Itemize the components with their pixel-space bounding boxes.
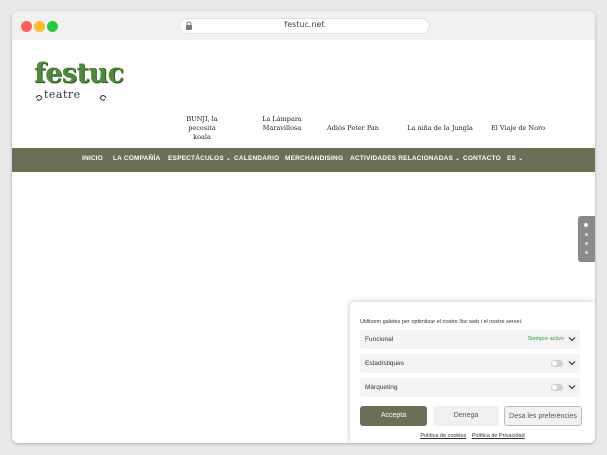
nav-item-label: ES [507, 155, 517, 162]
nav-item-label: ACTIVIDADES RELACIONADAS [350, 155, 454, 162]
section-dot[interactable] [585, 251, 588, 254]
nav-item-label: CALENDARIO [234, 155, 280, 162]
estadistiques-toggle[interactable] [551, 360, 563, 367]
nav-item-label: LA COMPAÑÍA [113, 155, 161, 162]
consent-category-label: Estadístiques [365, 360, 405, 367]
nav-item-label: CONTACTO [463, 155, 501, 162]
minimize-window-button[interactable] [34, 21, 45, 32]
consent-category-marqueting[interactable]: Màrqueting [360, 378, 580, 397]
consent-category-label: Màrqueting [365, 384, 398, 391]
nav-item-espectaculos[interactable]: ESPECTÁCULOS ⌄ [168, 155, 231, 162]
show-link-noro[interactable]: El Viaje de Noro [490, 124, 546, 133]
url-text: festuc.net [284, 20, 325, 29]
chevron-down-icon: ⌄ [225, 156, 232, 162]
cookie-consent-panel: Utilitzem galetes per optimitzar el nost… [350, 302, 595, 443]
show-title-line: Maravillosa [262, 124, 302, 132]
marqueting-toggle[interactable] [551, 384, 563, 391]
nav-item-actividades[interactable]: ACTIVIDADES RELACIONADAS ⌄ [350, 155, 460, 162]
consent-intro-text: Utilitzem galetes per optimitzar el nost… [360, 319, 523, 325]
browser-titlebar: festuc.net [12, 11, 595, 40]
show-title-line: La Lámpara [262, 115, 302, 123]
close-window-button[interactable] [21, 21, 32, 32]
chevron-down-icon: ⌄ [518, 156, 524, 162]
maximize-window-button[interactable] [47, 21, 58, 32]
section-dot[interactable] [585, 233, 588, 236]
consent-category-funcional[interactable]: Funcional Siempre activo [360, 330, 580, 349]
chevron-down-icon: ⌄ [455, 156, 461, 162]
consent-category-label: Funcional [365, 336, 394, 343]
nav-item-label: INICIO [82, 155, 104, 162]
consent-policy-links: Política de cookies Política de Privacid… [350, 433, 595, 439]
nav-item-contacto[interactable]: CONTACTO [463, 155, 501, 162]
nav-item-la-compania[interactable]: LA COMPAÑÍA [113, 155, 160, 162]
chevron-down-icon[interactable] [568, 383, 576, 391]
cookie-policy-link[interactable]: Política de cookies [420, 433, 466, 439]
show-link-lampara[interactable]: La Lámpara Maravillosa [257, 115, 307, 133]
show-title-line: koala [193, 133, 211, 141]
accept-cookies-button[interactable]: Accepta [360, 406, 427, 426]
show-title-line: La niña de la Jungla [407, 124, 473, 132]
show-link-jungla[interactable]: La niña de la Jungla [405, 124, 475, 133]
logo-subtitle: teatre [44, 88, 81, 101]
chevron-down-icon[interactable] [568, 335, 576, 343]
main-navbar: INICIO LA COMPAÑÍA ESPECTÁCULOS ⌄ CALENDA… [12, 148, 595, 172]
festuc-logo[interactable]: festuc teatre [34, 59, 124, 109]
nav-item-label: MERCHANDISING [285, 155, 344, 162]
section-dot[interactable] [585, 242, 588, 245]
address-bar[interactable]: festuc.net [179, 18, 430, 34]
browser-window: festuc.net festuc teatre BUNJI, la pecos… [12, 11, 595, 443]
show-title-line: Adiós Peter Pan [327, 124, 379, 132]
consent-category-estadistiques[interactable]: Estadístiques [360, 354, 580, 373]
show-title-line: El Viaje de Noro [490, 124, 546, 132]
section-dot[interactable] [584, 223, 588, 227]
save-preferences-button[interactable]: Desa les preferències [504, 406, 582, 426]
nav-item-inicio[interactable]: INICIO [82, 155, 103, 162]
language-selector[interactable]: ES ⌄ [507, 155, 523, 162]
nav-item-calendario[interactable]: CALENDARIO [234, 155, 279, 162]
show-title-line: BUNJI, la pecosita [186, 115, 218, 132]
show-link-bunji[interactable]: BUNJI, la pecosita koala [174, 115, 230, 142]
privacy-policy-link[interactable]: Política de Privacidad [472, 433, 525, 439]
nav-item-merchandising[interactable]: MERCHANDISING [285, 155, 343, 162]
nav-item-label: ESPECTÁCULOS [168, 155, 224, 162]
show-link-peter-pan[interactable]: Adiós Peter Pan [325, 124, 381, 133]
always-active-status: Siempre activo [527, 336, 564, 342]
logo-wordmark: festuc [34, 58, 124, 89]
deny-cookies-button[interactable]: Denega [433, 406, 499, 426]
section-dot-navigation [578, 216, 595, 262]
chevron-down-icon[interactable] [568, 359, 576, 367]
